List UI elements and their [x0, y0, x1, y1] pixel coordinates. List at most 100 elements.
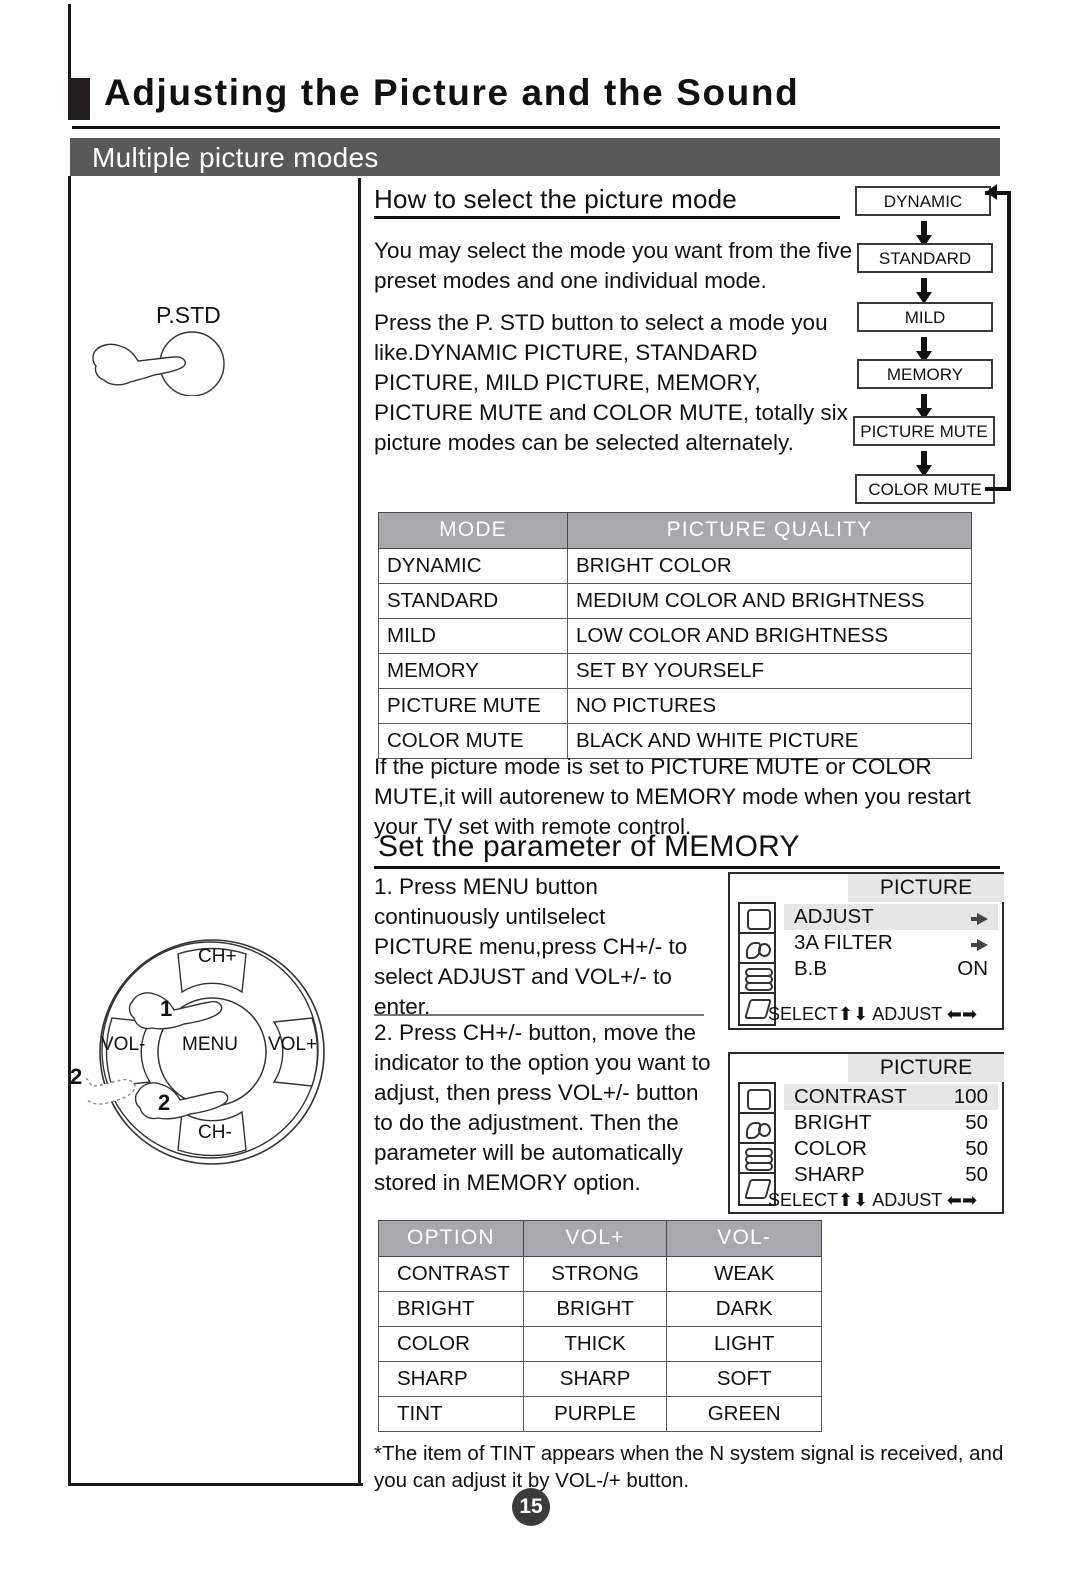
flow-loop-line [985, 191, 1011, 491]
osd-row-bright[interactable]: BRIGHT 50 [784, 1110, 998, 1136]
remote-step-2-outer-marker: 2 [70, 1064, 83, 1089]
cell-option: SHARP [378, 1361, 524, 1397]
mode-quality-table: MODE PICTURE QUALITY DYNAMIC BRIGHT COLOR… [378, 512, 972, 759]
table-row: BRIGHT BRIGHT DARK [378, 1291, 822, 1327]
tv-screen-icon[interactable] [740, 1084, 774, 1114]
osd-panel-picture-adjust: PICTURE ADJUST 3A FILTER B.B ON SELECT⬆⬇… [728, 872, 1004, 1030]
cell-option: COLOR [378, 1326, 524, 1362]
section-header: Multiple picture modes [70, 138, 1000, 176]
how-to-select-paragraph-1: You may select the mode you want from th… [374, 238, 853, 293]
cell-option: TINT [378, 1396, 524, 1432]
table-row: STANDARD MEDIUM COLOR AND BRIGHTNESS [378, 583, 972, 619]
osd-row-label: SHARP [794, 1163, 865, 1186]
tuner-stack-icon[interactable] [740, 964, 774, 994]
page-border-bottom [68, 1483, 363, 1486]
osd-row-label: BRIGHT [794, 1111, 872, 1134]
cell-voldn: LIGHT [666, 1326, 822, 1362]
osd-footer-adjust: ADJUST [872, 1004, 942, 1024]
set-parameter-heading: Set the parameter of MEMORY [378, 830, 800, 863]
pstd-hand-illustration [92, 331, 225, 396]
flow-arrow-2 [916, 278, 932, 304]
osd-row-value: 100 [953, 1085, 988, 1108]
cell-quality: BRIGHT COLOR [567, 548, 972, 584]
tuner-stack-icon[interactable] [740, 1144, 774, 1174]
th-mode: MODE [378, 512, 568, 549]
title-marker-icon [68, 78, 90, 120]
column-divider [358, 178, 361, 1486]
osd-footer-select: SELECT [768, 1190, 839, 1210]
cell-voldn: WEAK [666, 1256, 822, 1292]
remote-step-1-marker: 1 [160, 996, 173, 1021]
osd-row-value: 50 [965, 1163, 988, 1186]
osd-title: PICTURE [848, 874, 1004, 902]
osd-row-color[interactable]: COLOR 50 [784, 1136, 998, 1162]
table-header-row: MODE PICTURE QUALITY [378, 512, 972, 549]
cell-voldn: SOFT [666, 1361, 822, 1397]
flow-step-color-mute: COLOR MUTE [855, 474, 995, 504]
right-arrow-icon [971, 904, 988, 930]
cell-mode: MEMORY [378, 653, 568, 689]
remote-label-vol-down: VOL- [101, 1034, 146, 1055]
cell-quality: MEDIUM COLOR AND BRIGHTNESS [567, 583, 972, 619]
set-parameter-step-2: 2. Press CH+/- button, move the indicato… [374, 1020, 711, 1195]
manual-page: Adjusting the Picture and the Sound Mult… [0, 0, 1080, 1584]
remote-label-ch-up: CH+ [198, 946, 237, 967]
cell-mode: MILD [378, 618, 568, 654]
table-row: COLOR THICK LIGHT [378, 1326, 822, 1362]
th-volup: VOL+ [522, 1220, 668, 1257]
sound-icon[interactable] [740, 1114, 774, 1144]
osd-row-value: 50 [965, 1137, 988, 1160]
osd-row-bb[interactable]: B.B ON [784, 956, 998, 982]
cell-volup: BRIGHT [522, 1291, 668, 1327]
th-quality: PICTURE QUALITY [567, 512, 972, 549]
remote-label-ch-down: CH- [198, 1122, 232, 1143]
osd-row-adjust[interactable]: ADJUST [784, 904, 998, 930]
cell-voldn: GREEN [666, 1396, 822, 1432]
tv-screen-icon[interactable] [740, 904, 774, 934]
cell-volup: THICK [522, 1326, 668, 1362]
flow-step-picture-mute: PICTURE MUTE [853, 416, 995, 446]
cell-option: CONTRAST [378, 1256, 524, 1292]
flow-step-dynamic: DYNAMIC [855, 186, 991, 216]
osd-row-value: 50 [965, 1111, 988, 1134]
title-underline [72, 126, 1000, 129]
set-parameter-step-1: 1. Press MENU button continuously untils… [374, 874, 688, 1019]
table-header-row: OPTION VOL+ VOL- [378, 1220, 822, 1257]
th-option: OPTION [378, 1220, 524, 1257]
osd-row-label: B.B [794, 957, 828, 980]
table-row: CONTRAST STRONG WEAK [378, 1256, 822, 1292]
osd-row-value: ON [957, 957, 988, 980]
section-header-label: Multiple picture modes [92, 142, 379, 173]
osd-icon-column [738, 1082, 776, 1206]
flow-step-mild: MILD [857, 302, 993, 332]
option-adjust-table: OPTION VOL+ VOL- CONTRAST STRONG WEAK BRIG… [378, 1220, 822, 1432]
cell-volup: SHARP [522, 1361, 668, 1397]
table-row: SHARP SHARP SOFT [378, 1361, 822, 1397]
sound-icon[interactable] [740, 934, 774, 964]
osd-footer-hint: SELECT⬆⬇ ADJUST ⬅➡ [768, 1004, 978, 1024]
osd-footer-hint: SELECT⬆⬇ ADJUST ⬅➡ [768, 1190, 978, 1210]
osd-row-label: ADJUST [794, 905, 874, 928]
osd-row-label: 3A FILTER [794, 931, 893, 954]
how-to-select-paragraph-2: Press the P. STD button to select a mode… [374, 310, 848, 455]
picture-mode-note: If the picture mode is set to PICTURE MU… [374, 754, 971, 839]
page-border-left-top [68, 4, 71, 82]
cell-option: BRIGHT [378, 1291, 524, 1327]
how-to-select-heading: How to select the picture mode [374, 184, 737, 214]
remote-step-2-marker: 2 [158, 1090, 171, 1115]
table-row: PICTURE MUTE NO PICTURES [378, 688, 972, 724]
pstd-button-label: P.STD [156, 302, 221, 328]
cell-quality: SET BY YOURSELF [567, 653, 972, 689]
osd-row-contrast[interactable]: CONTRAST 100 [784, 1084, 998, 1110]
cell-quality: LOW COLOR AND BRIGHTNESS [567, 618, 972, 654]
cell-mode: DYNAMIC [378, 548, 568, 584]
table-row: DYNAMIC BRIGHT COLOR [378, 548, 972, 584]
flow-step-standard: STANDARD [857, 243, 993, 273]
flow-step-memory: MEMORY [857, 359, 993, 389]
osd-row-3a-filter[interactable]: 3A FILTER [784, 930, 998, 956]
table-row: MILD LOW COLOR AND BRIGHTNESS [378, 618, 972, 654]
cell-quality: NO PICTURES [567, 688, 972, 724]
osd-row-label: CONTRAST [794, 1085, 907, 1108]
page-number: 15 [512, 1488, 550, 1526]
osd-row-sharp[interactable]: SHARP 50 [784, 1162, 998, 1188]
